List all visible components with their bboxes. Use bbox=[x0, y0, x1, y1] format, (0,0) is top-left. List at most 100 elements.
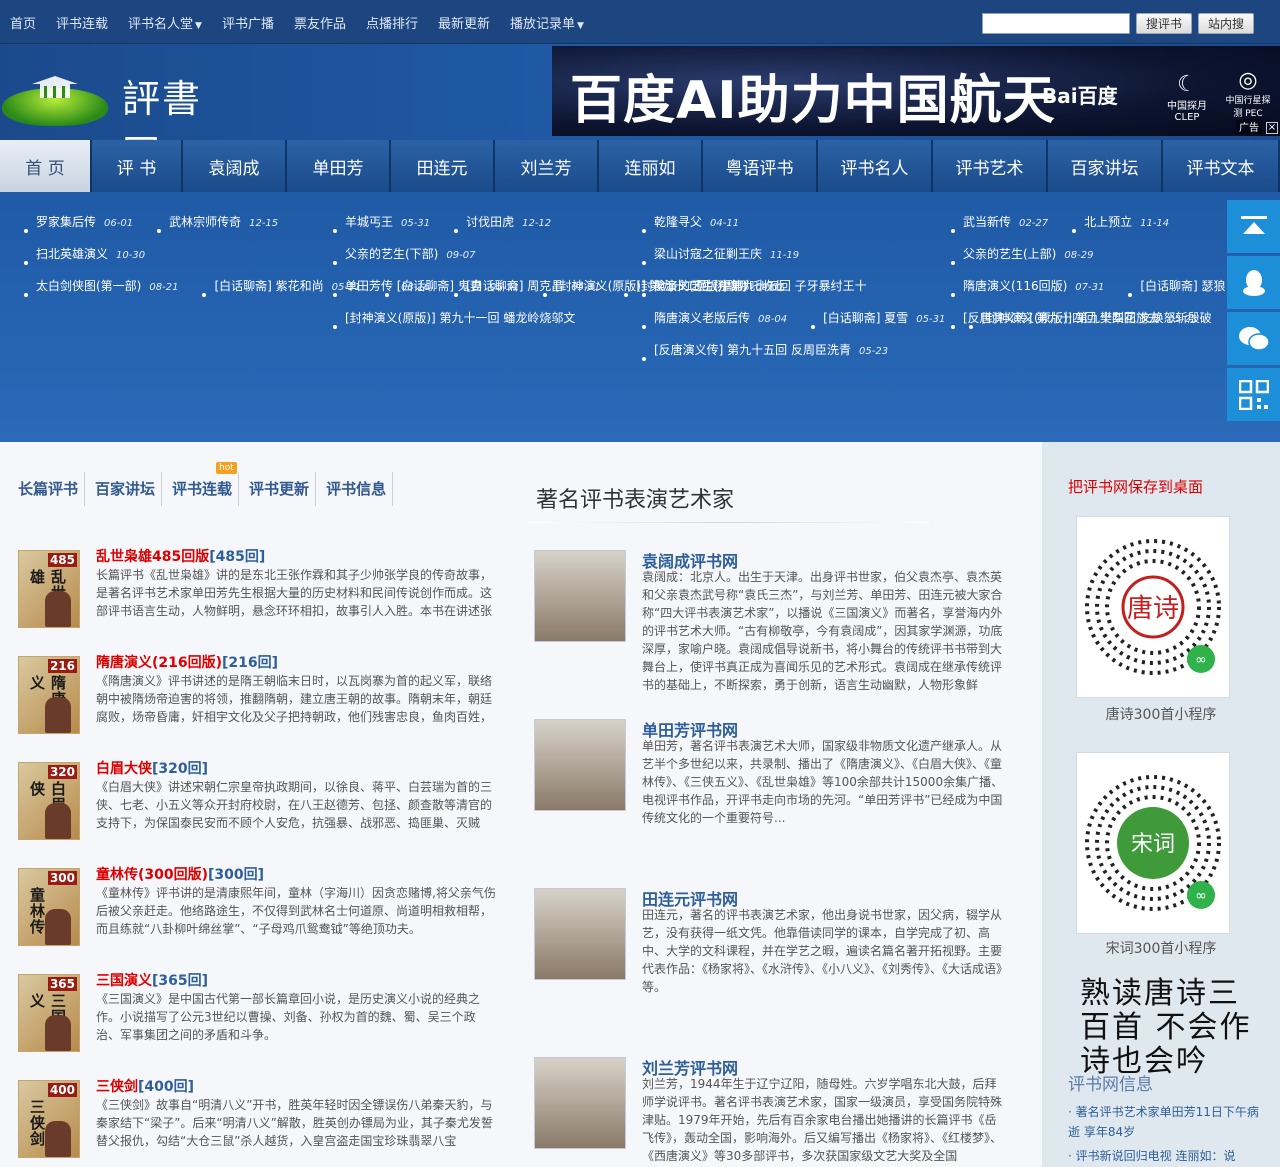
chevron-down-icon: ▼ bbox=[577, 20, 584, 31]
book-title-link[interactable]: 白眉大侠[320回] bbox=[96, 758, 208, 778]
search-site-button[interactable]: 站内搜 bbox=[1197, 13, 1254, 34]
songci-qr-code[interactable]: 宋词 ∞ bbox=[1076, 752, 1230, 934]
back-to-top-button[interactable] bbox=[1227, 200, 1280, 253]
news-item[interactable]: 父亲的艺生(中部) 09-01 bbox=[618, 279, 784, 297]
artist-photo[interactable] bbox=[534, 550, 626, 642]
tab-long-pingshu[interactable]: 长篇评书 bbox=[14, 472, 86, 506]
news-item[interactable]: 太白剑侠图(第一部) 08-21 bbox=[0, 279, 179, 297]
news-item[interactable]: 隋唐演义老版后传 08-04 bbox=[618, 311, 787, 329]
news-item[interactable]: [白话聊斋] 周克昌 05-31 bbox=[430, 279, 600, 297]
book-title-link[interactable]: 隋唐演义(216回版)[216回] bbox=[96, 652, 278, 672]
news-item[interactable]: 单田芳传 08-16 bbox=[309, 279, 430, 297]
planet-icon: ◎ bbox=[1238, 68, 1258, 93]
nav-pingshu[interactable]: 评 书 bbox=[92, 140, 181, 192]
news-item[interactable]: 武林宗师传奇 12-15 bbox=[133, 215, 278, 233]
news-item[interactable]: 乾隆寻父 04-11 bbox=[618, 215, 739, 233]
news-item[interactable]: 北上预立 11-14 bbox=[1048, 215, 1169, 233]
artist-photo[interactable] bbox=[534, 1057, 626, 1149]
topnav-amateur[interactable]: 票友作品 bbox=[284, 13, 356, 32]
book-title-link[interactable]: 三侠剑[400回] bbox=[96, 1076, 194, 1096]
news-item[interactable]: 罗家集后传 06-01 bbox=[0, 215, 133, 233]
book-cover[interactable]: 320白眉大侠 bbox=[18, 762, 80, 840]
topnav-history[interactable]: 播放记录单 ▼ bbox=[500, 13, 594, 32]
narrator-figure bbox=[45, 1121, 71, 1157]
news-item[interactable]: 讨伐田虎 12-12 bbox=[430, 215, 551, 233]
left-column: 长篇评书 百家讲坛 评书连载 评书更新 评书信息 hot 485乱世枭雄乱世枭雄… bbox=[0, 442, 510, 1167]
news-date: 05-31 bbox=[401, 218, 431, 229]
news-title: 梁山讨寇之征剿王庆 bbox=[654, 247, 763, 261]
nav-shan-tianfang[interactable]: 单田芳 bbox=[287, 140, 389, 192]
news-item[interactable]: 隋唐演义(116回版) 07-31 bbox=[927, 279, 1104, 297]
nav-tian-lianyuan[interactable]: 田连元 bbox=[391, 140, 493, 192]
nav-art[interactable]: 评书艺术 bbox=[933, 140, 1046, 192]
news-item[interactable]: [反唐演义传] 第九十四回 樊梨花施去 05-23 bbox=[927, 311, 1197, 329]
topnav-ranking[interactable]: 点播排行 bbox=[356, 13, 428, 32]
search-pingshu-button[interactable]: 搜评书 bbox=[1135, 13, 1192, 34]
book-title: 隋唐演义(216回版) bbox=[96, 655, 223, 671]
book-item: 320白眉大侠白眉大侠[320回]《白眉大侠》讲述宋朝仁宗皇帝执政期间，以徐良、… bbox=[16, 758, 496, 864]
news-date: 05-23 bbox=[859, 346, 889, 357]
news-title: 北上预立 bbox=[1084, 215, 1133, 229]
qr-code-icon bbox=[1238, 379, 1269, 410]
book-item: 300 童林传 童林传(300回版)[300回] 《童林传》评书讲的是清康熙年间，童林… bbox=[16, 864, 496, 970]
nav-yuan-kuocheng[interactable]: 袁阔成 bbox=[183, 140, 285, 192]
topnav-famous-label: 评书名人堂 bbox=[128, 16, 194, 32]
nav-famous[interactable]: 评书名人 bbox=[818, 140, 931, 192]
qr-button[interactable] bbox=[1227, 368, 1280, 421]
news-date: 08-21 bbox=[149, 282, 179, 293]
news-item[interactable]: [白话聊斋] 夏雪 05-31 bbox=[787, 311, 945, 329]
book-cover[interactable]: 300 童林传 bbox=[18, 868, 80, 946]
book-episodes: [320回] bbox=[152, 761, 209, 777]
nav-lecture[interactable]: 百家讲坛 bbox=[1048, 140, 1161, 192]
nav-liu-lanfang[interactable]: 刘兰芳 bbox=[495, 140, 597, 192]
book-item: 485乱世枭雄乱世枭雄485回版[485回]长篇评书《乱世枭雄》讲的是东北王张作… bbox=[16, 546, 496, 652]
tangshi-qr-code[interactable]: 唐诗 ∞ bbox=[1076, 516, 1230, 698]
ad-banner[interactable]: 百度AI助力中国航天 Bai百度 ☾ 中国探月 CLEP ◎ 中国行星探测 PEC … bbox=[552, 46, 1280, 136]
book-title-link[interactable]: 童林传(300回版)[300回] bbox=[96, 864, 264, 884]
book-item: 216隋唐演义隋唐演义(216回版)[216回]《隋唐演义》评书讲述的是隋王朝临… bbox=[16, 652, 496, 758]
nav-text[interactable]: 评书文本 bbox=[1163, 140, 1278, 192]
book-item: 400 三侠剑 三侠剑[400回] 《三侠剑》故事自“明清八义”开书，胜英年轻时因全镖… bbox=[16, 1076, 496, 1167]
topnav-home[interactable]: 首页 bbox=[0, 13, 46, 32]
close-icon[interactable]: × bbox=[1266, 122, 1278, 134]
info-item[interactable]: · 评书新说回归电视 连丽如：说 bbox=[1068, 1146, 1264, 1166]
nav-lian-liru[interactable]: 连丽如 bbox=[599, 140, 701, 192]
tab-lecture[interactable]: 百家讲坛 bbox=[91, 472, 163, 506]
topnav-serial[interactable]: 评书连载 bbox=[46, 13, 118, 32]
book-cover[interactable]: 216隋唐演义 bbox=[18, 656, 80, 734]
book-item: 365三国演义三国演义[365回]《三国演义》是中国古代第一部长篇章回小说，是历… bbox=[16, 970, 496, 1076]
tab-serial[interactable]: 评书连载 bbox=[168, 472, 240, 506]
news-item[interactable]: 羊城丐王 05-31 bbox=[309, 215, 431, 233]
site-logo[interactable]: 評書网 bbox=[0, 52, 230, 176]
save-to-desktop-title[interactable]: 把评书网保存到桌面 bbox=[1068, 476, 1203, 497]
news-item[interactable]: [封神演义(原版)] 第九十一回 蟠龙岭烧邬文 bbox=[309, 311, 583, 329]
book-title-link[interactable]: 乱世枭雄485回版[485回] bbox=[96, 546, 265, 566]
book-title-link[interactable]: 三国演义[365回] bbox=[96, 970, 208, 990]
book-cover[interactable]: 400 三侠剑 bbox=[18, 1080, 80, 1158]
book-cover[interactable]: 485乱世枭雄 bbox=[18, 550, 80, 628]
wechat-button[interactable] bbox=[1227, 312, 1280, 365]
topnav-broadcast[interactable]: 评书广播 bbox=[212, 13, 284, 32]
news-item[interactable]: [反唐演义传] 第九十五回 反周臣洗青 05-23 bbox=[618, 343, 889, 361]
artist-photo[interactable] bbox=[534, 719, 626, 811]
news-item[interactable]: 梁山讨寇之征剿王庆 11-19 bbox=[618, 247, 799, 265]
book-cover[interactable]: 365三国演义 bbox=[18, 974, 80, 1052]
tab-info[interactable]: 评书信息 bbox=[322, 472, 394, 506]
artist-photo[interactable] bbox=[534, 888, 626, 980]
news-item[interactable]: 武当新传 02-27 bbox=[927, 215, 1048, 233]
artist-description: 刘兰芳，1944年生于辽宁辽阳，随母姓。六岁学唱东北大鼓，后拜师学说评书。著名评… bbox=[642, 1077, 1003, 1163]
tangshi-label: 唐诗300首小程序 bbox=[1105, 707, 1217, 723]
qq-button[interactable] bbox=[1227, 256, 1280, 309]
book-title: 三侠剑 bbox=[96, 1079, 138, 1095]
news-item[interactable]: 扫北英雄演义 10-30 bbox=[0, 247, 145, 265]
topnav-latest[interactable]: 最新更新 bbox=[428, 13, 500, 32]
nav-cantonese[interactable]: 粤语评书 bbox=[703, 140, 816, 192]
tab-update[interactable]: 评书更新 bbox=[245, 472, 317, 506]
topnav-famous[interactable]: 评书名人堂 ▼ bbox=[118, 13, 212, 32]
search-input[interactable] bbox=[981, 13, 1130, 34]
nav-home[interactable]: 首 页 bbox=[0, 140, 90, 192]
news-item[interactable]: 父亲的艺生(下部) 09-07 bbox=[309, 247, 475, 265]
book-description: 《隋唐演义》评书讲述的是隋王朝临末日时，以瓦岗寨为首的起义军，联络朝中被隋炀帝迫… bbox=[96, 674, 493, 724]
news-item[interactable]: 父亲的艺生(上部) 08-29 bbox=[927, 247, 1093, 265]
info-item[interactable]: · 著名评书艺术家单田芳11日下午病逝 享年84岁 bbox=[1068, 1102, 1264, 1142]
